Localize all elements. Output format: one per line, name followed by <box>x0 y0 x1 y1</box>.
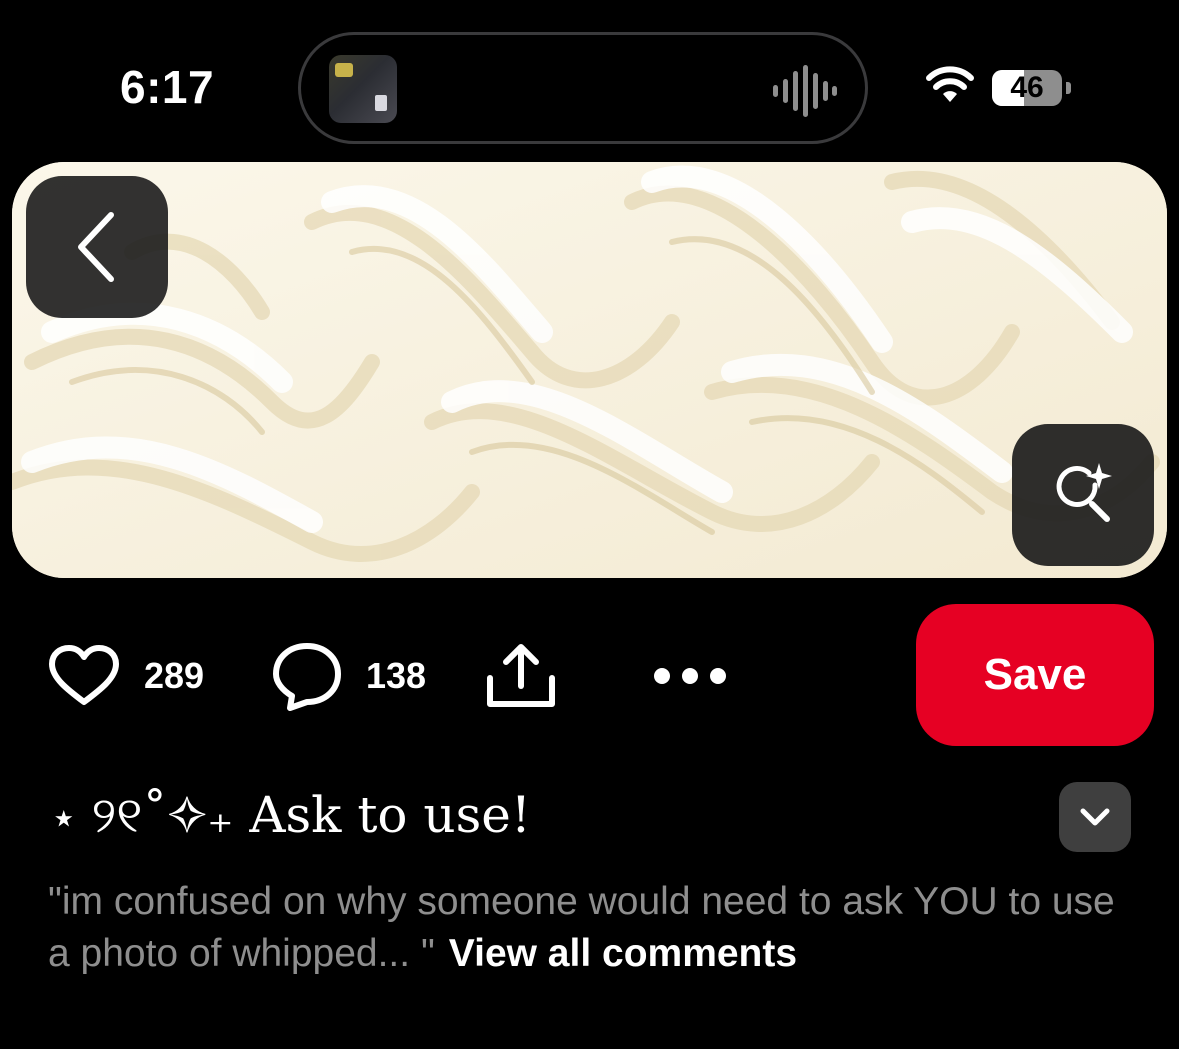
view-all-comments-link[interactable]: View all comments <box>449 932 797 975</box>
comment-bubble-icon <box>273 643 341 711</box>
heart-icon <box>49 645 119 705</box>
battery-icon: 46 <box>992 70 1062 106</box>
comment-action[interactable]: 138 <box>272 638 426 714</box>
top-comment-preview[interactable]: "im confused on why someone would need t… <box>48 876 1138 980</box>
chevron-left-icon <box>78 212 114 282</box>
more-options-button[interactable] <box>652 638 728 714</box>
pin-actions-bar: 289 138 Save <box>0 604 1179 746</box>
wifi-icon <box>926 66 974 102</box>
more-dots-icon <box>654 668 726 684</box>
share-upload-icon <box>487 644 555 707</box>
expand-details-button[interactable] <box>1059 782 1131 852</box>
save-button[interactable]: Save <box>916 604 1154 746</box>
comment-count: 138 <box>366 655 427 696</box>
whipped-cream-image <box>12 162 1167 578</box>
like-action[interactable]: 289 <box>48 638 204 714</box>
audio-waveform-icon <box>773 65 837 117</box>
share-action[interactable] <box>484 638 558 714</box>
visual-search-button[interactable] <box>1012 424 1154 566</box>
dynamic-island[interactable] <box>298 32 868 144</box>
like-count: 289 <box>144 655 205 696</box>
battery-level: 46 <box>1010 71 1044 104</box>
battery-cap <box>1066 82 1071 94</box>
back-button[interactable] <box>26 176 168 318</box>
sparkle-search-icon <box>1056 463 1112 522</box>
status-time: 6:17 <box>120 61 215 113</box>
pin-detail-screen: 6:17 46 289 138 Save ⋆ ୨୧˚✧₊ Ask to use!… <box>0 0 1179 1049</box>
chevron-down-icon <box>1080 808 1110 826</box>
now-playing-thumbnail <box>329 55 397 123</box>
pin-image[interactable] <box>12 162 1167 578</box>
pin-title: ⋆ ୨୧˚✧₊ Ask to use! <box>52 786 531 844</box>
